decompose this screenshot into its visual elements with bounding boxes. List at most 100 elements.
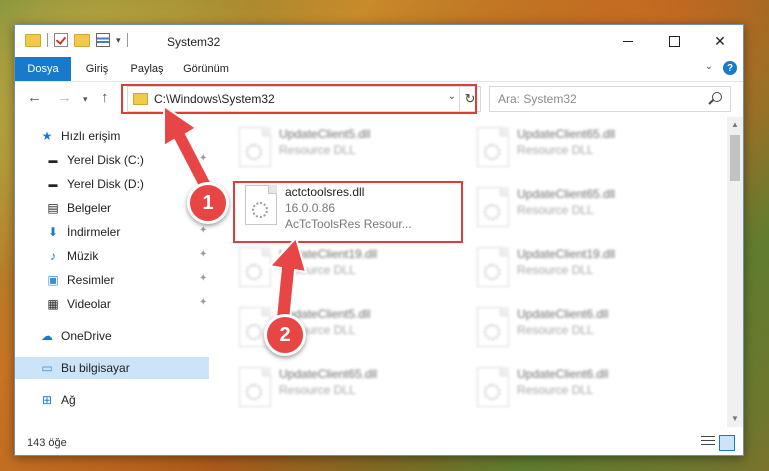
sidebar-item-label: Ağ <box>61 393 76 407</box>
navigation-bar: ← → ▾ ↑ C:\Windows\System32 ⌄ ↻ Ara: Sys… <box>15 83 743 113</box>
file-type: Resource DLL <box>279 143 356 157</box>
window-title: System32 <box>167 35 221 49</box>
dll-file-icon <box>477 247 509 287</box>
dll-file-icon <box>239 367 271 407</box>
star-icon: ★ <box>41 129 53 143</box>
up-arrow-icon[interactable]: ↑ <box>101 89 109 106</box>
list-item[interactable]: UpdateClient65.dll Resource DLL <box>469 181 689 231</box>
title-bar: ▾ System32 ✕ <box>15 25 743 57</box>
pin-icon[interactable]: ✦ <box>199 274 207 284</box>
checkmark-icon[interactable] <box>54 33 68 47</box>
refresh-icon[interactable]: ↻ <box>459 87 480 111</box>
download-icon: ⬇ <box>47 225 59 239</box>
list-item[interactable]: UpdateClient65.dll Resource DLL <box>231 361 451 411</box>
details-view-icon[interactable] <box>701 436 715 448</box>
chevron-down-icon[interactable]: ⌄ <box>448 91 456 102</box>
close-button[interactable]: ✕ <box>697 25 743 57</box>
minimize-icon <box>623 40 633 42</box>
pin-icon[interactable]: ✦ <box>199 154 207 164</box>
list-item[interactable]: UpdateClient5.dll Resource DLL <box>231 301 451 351</box>
scroll-down-icon[interactable]: ▼ <box>727 411 743 427</box>
vertical-scrollbar[interactable]: ▲ ▼ <box>727 117 743 427</box>
callout-step-1: 1 <box>187 182 229 224</box>
help-icon[interactable]: ? <box>723 61 737 75</box>
file-name: UpdateClient19.dll <box>279 247 378 261</box>
file-description: AcTcToolsRes Resour... <box>285 217 412 231</box>
sidebar-item-this-pc[interactable]: ▭ Bu bilgisayar <box>15 357 209 379</box>
scroll-up-icon[interactable]: ▲ <box>727 117 743 133</box>
ribbon-tabs: Dosya Giriş Paylaş Görünüm ⌄ ? <box>15 57 743 82</box>
search-placeholder: Ara: System32 <box>498 92 577 106</box>
list-item-actctoolsres[interactable]: actctoolsres.dll 16.0.0.86 AcTcToolsRes … <box>237 179 457 231</box>
file-version: 16.0.0.86 <box>285 201 336 215</box>
pin-icon[interactable]: ✦ <box>199 226 207 236</box>
large-icons-view-icon[interactable] <box>719 435 735 451</box>
sidebar-item-label: Hızlı erişim <box>61 129 121 143</box>
dll-file-icon <box>477 307 509 347</box>
sidebar-item-documents[interactable]: ▤ Belgeler ✦ <box>15 197 209 219</box>
file-type: Resource DLL <box>279 263 356 277</box>
list-item[interactable]: UpdateClient5.dll Resource DLL <box>231 121 451 171</box>
list-item[interactable]: UpdateClient19.dll Resource DLL <box>231 241 451 291</box>
file-type: Resource DLL <box>517 143 594 157</box>
pin-icon[interactable]: ✦ <box>199 298 207 308</box>
list-item[interactable]: UpdateClient6.dll Resource DLL <box>469 361 689 411</box>
dll-file-icon <box>477 367 509 407</box>
navigation-pane: ★ Hızlı erişim ▬ Yerel Disk (C:) ✦ ▬ Yer… <box>15 117 209 419</box>
sidebar-item-label: Videolar <box>67 297 111 311</box>
address-path[interactable]: C:\Windows\System32 <box>154 92 275 106</box>
list-item[interactable]: UpdateClient6.dll Resource DLL <box>469 301 689 351</box>
tab-view[interactable]: Görünüm <box>177 57 235 81</box>
toolbar-divider <box>126 33 128 47</box>
expand-ribbon-icon[interactable]: ⌄ <box>705 61 713 72</box>
minimize-button[interactable] <box>605 25 651 57</box>
dll-file-icon <box>239 247 271 287</box>
item-count: 143 öğe <box>27 437 67 449</box>
sidebar-item-label: Müzik <box>67 249 99 263</box>
sidebar-item-label: Yerel Disk (C:) <box>67 153 144 167</box>
sidebar-item-label: Bu bilgisayar <box>61 361 130 375</box>
sidebar-item-label: Yerel Disk (D:) <box>67 177 144 191</box>
scrollbar-thumb[interactable] <box>730 135 740 181</box>
sidebar-item-onedrive[interactable]: ☁ OneDrive <box>15 325 209 347</box>
music-icon: ♪ <box>50 249 56 263</box>
list-item[interactable]: UpdateClient19.dll Resource DLL <box>469 241 689 291</box>
file-name: UpdateClient6.dll <box>517 307 609 321</box>
network-icon: ⊞ <box>41 393 53 407</box>
close-icon: ✕ <box>714 32 726 49</box>
forward-arrow-icon[interactable]: → <box>57 89 72 106</box>
pictures-icon: ▣ <box>47 273 59 287</box>
properties-icon[interactable] <box>96 33 110 47</box>
back-arrow-icon[interactable]: ← <box>27 89 42 106</box>
sidebar-item-music[interactable]: ♪ Müzik ✦ <box>15 245 209 267</box>
recent-locations-icon[interactable]: ▾ <box>83 94 88 105</box>
maximize-button[interactable] <box>651 25 697 57</box>
tab-home[interactable]: Giriş <box>77 57 117 81</box>
sidebar-item-label: İndirmeler <box>67 225 121 239</box>
tab-file[interactable]: Dosya <box>15 57 71 81</box>
dll-file-icon <box>239 127 271 167</box>
pin-icon[interactable]: ✦ <box>199 250 207 260</box>
file-name: UpdateClient65.dll <box>279 367 378 381</box>
sidebar-item-label: Resimler <box>67 273 115 287</box>
new-folder-icon[interactable] <box>74 33 90 47</box>
sidebar-item-network[interactable]: ⊞ Ağ <box>15 389 209 411</box>
cloud-icon: ☁ <box>41 329 53 343</box>
sidebar-item-quick-access[interactable]: ★ Hızlı erişim <box>15 125 209 147</box>
sidebar-item-local-disk-c[interactable]: ▬ Yerel Disk (C:) ✦ <box>15 149 209 171</box>
sidebar-item-pictures[interactable]: ▣ Resimler ✦ <box>15 269 209 291</box>
sidebar-item-videos[interactable]: ▦ Videolar ✦ <box>15 293 209 315</box>
customize-toolbar-icon[interactable]: ▾ <box>116 35 121 46</box>
folder-icon <box>25 33 41 47</box>
search-icon[interactable] <box>712 92 722 102</box>
file-type: Resource DLL <box>517 323 594 337</box>
search-input[interactable]: Ara: System32 <box>489 86 731 112</box>
file-name: UpdateClient6.dll <box>517 367 609 381</box>
file-name: actctoolsres.dll <box>285 185 365 199</box>
address-bar[interactable]: C:\Windows\System32 ⌄ ↻ <box>127 86 481 112</box>
sidebar-item-downloads[interactable]: ⬇ İndirmeler ✦ <box>15 221 209 243</box>
list-item[interactable]: UpdateClient65.dll Resource DLL <box>469 121 689 171</box>
maximize-icon <box>668 35 680 47</box>
sidebar-item-local-disk-d[interactable]: ▬ Yerel Disk (D:) <box>15 173 209 195</box>
tab-share[interactable]: Paylaş <box>123 57 171 81</box>
